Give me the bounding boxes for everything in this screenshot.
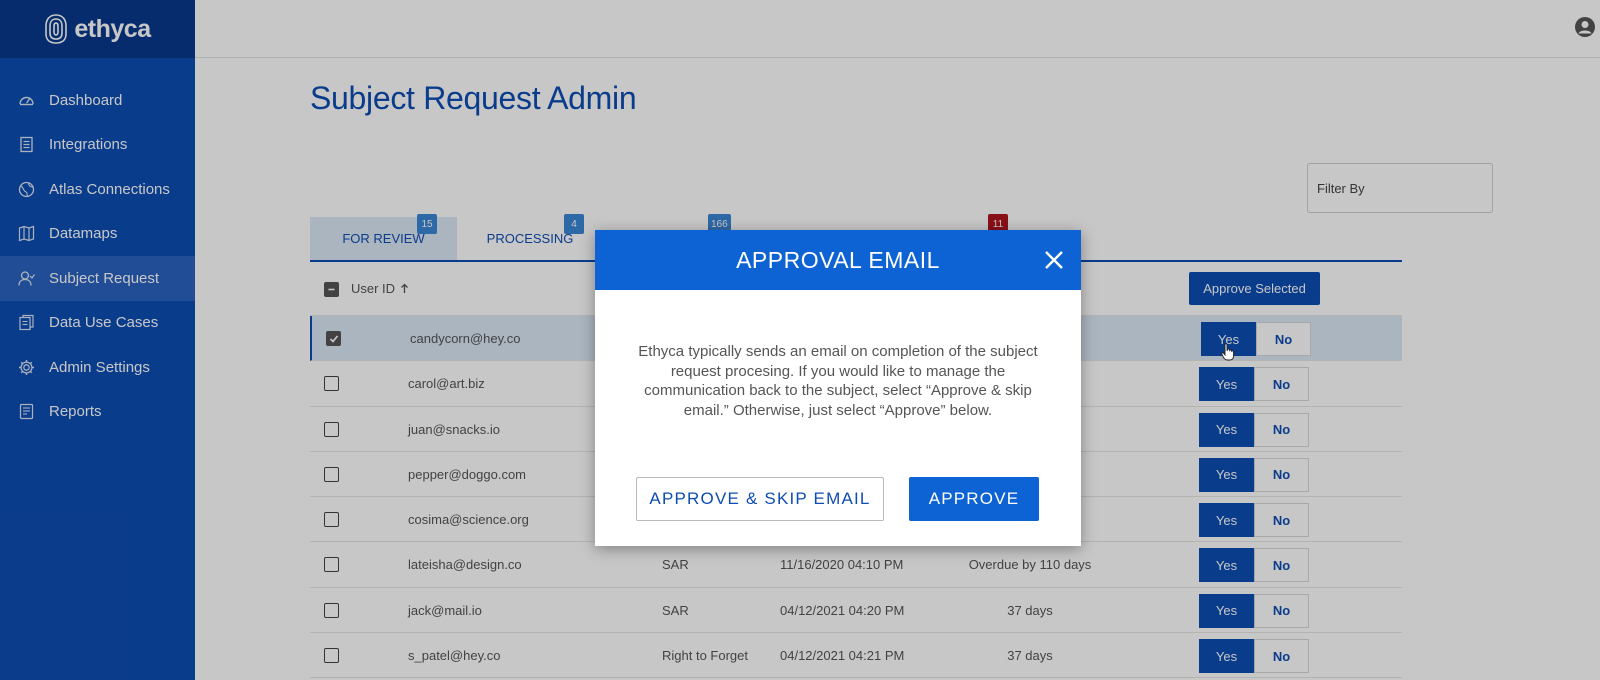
approve-skip-email-button[interactable]: APPROVE & SKIP EMAIL [636,477,884,521]
approval-email-modal: APPROVAL EMAIL Ethyca typically sends an… [595,230,1081,546]
modal-title: APPROVAL EMAIL [736,246,940,273]
approve-button[interactable]: APPROVE [909,477,1039,521]
modal-body-text: Ethyca typically sends an email on compl… [638,343,1038,419]
close-icon[interactable] [1041,247,1067,273]
modal-header: APPROVAL EMAIL [595,230,1081,290]
hand-cursor-icon [1221,343,1234,361]
